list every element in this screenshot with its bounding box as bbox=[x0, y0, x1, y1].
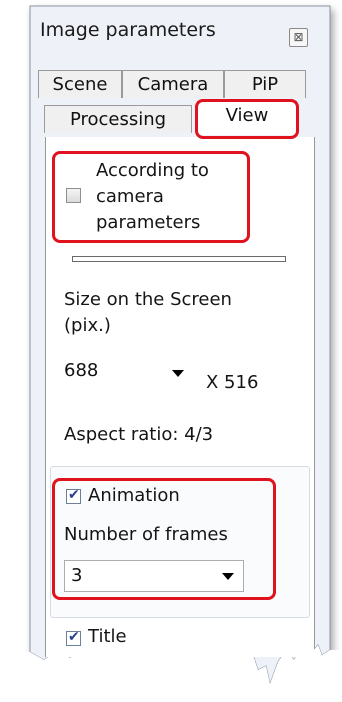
highlight-view-tab bbox=[195, 99, 299, 139]
tab-scene[interactable]: Scene bbox=[38, 70, 122, 98]
screen-size-label-line2: (pix.) bbox=[64, 315, 111, 336]
highlight-camera-params bbox=[52, 151, 250, 243]
highlight-animation bbox=[52, 478, 276, 600]
tab-pip[interactable]: PiP bbox=[224, 70, 306, 98]
aspect-ratio-text: Aspect ratio: 4/3 bbox=[64, 424, 214, 445]
screen-height-text: X 516 bbox=[206, 372, 259, 393]
screen-width-value: 688 bbox=[64, 360, 99, 381]
window-title: Image parameters bbox=[40, 19, 216, 41]
separator-bar bbox=[72, 256, 286, 262]
chevron-down-icon[interactable] bbox=[172, 370, 184, 377]
torn-edge-mask bbox=[0, 636, 342, 702]
tab-processing[interactable]: Processing bbox=[44, 105, 192, 133]
close-icon[interactable]: ⊠ bbox=[289, 28, 308, 47]
screen-size-label-line1: Size on the Screen bbox=[64, 289, 232, 310]
tab-camera[interactable]: Camera bbox=[122, 70, 224, 98]
